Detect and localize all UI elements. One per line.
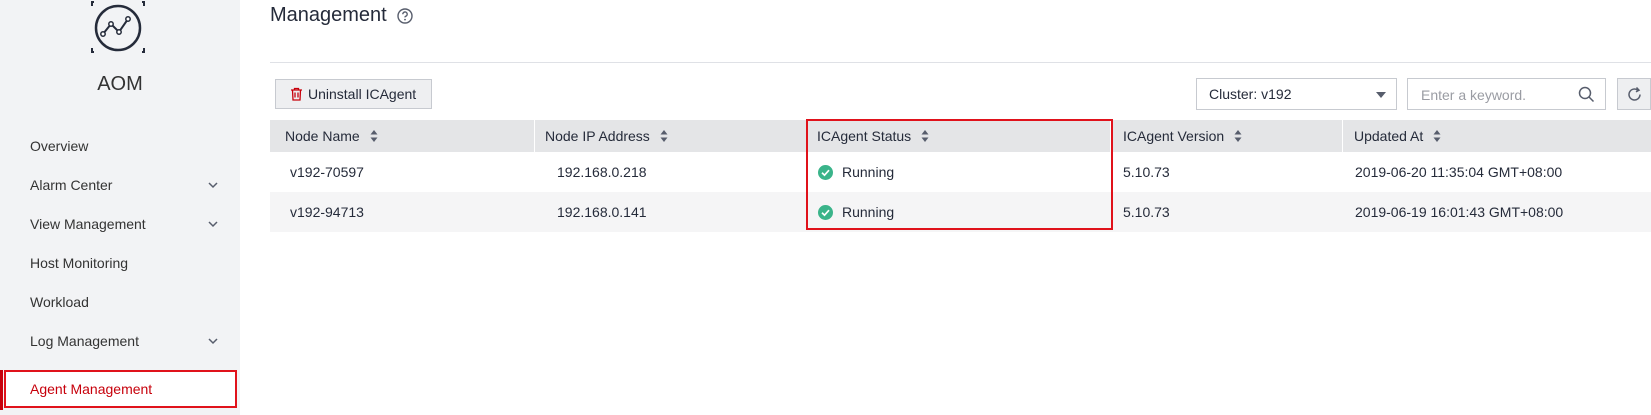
status-text: Running bbox=[842, 204, 895, 220]
sort-icon bbox=[921, 130, 929, 142]
column-label: ICAgent Version bbox=[1123, 128, 1225, 144]
cell-node-name: v192-70597 bbox=[290, 164, 364, 180]
sort-icon bbox=[660, 130, 668, 142]
chevron-down-icon bbox=[208, 182, 218, 189]
page-title: Management bbox=[270, 4, 413, 27]
aom-logo-icon bbox=[90, 0, 146, 56]
active-indicator bbox=[0, 370, 3, 410]
cell-icagent-status: Running bbox=[818, 152, 894, 192]
table-row[interactable]: v192-94713 192.168.0.141 Running 5.10.73… bbox=[270, 192, 1651, 232]
uninstall-icagent-label: Uninstall ICAgent bbox=[308, 86, 417, 102]
sidebar-item-label: Agent Management bbox=[30, 381, 153, 397]
chevron-down-icon bbox=[208, 338, 218, 345]
column-label: Node Name bbox=[285, 128, 360, 144]
sidebar-item-alarm-center[interactable]: Alarm Center bbox=[0, 165, 240, 205]
column-header-node-ip[interactable]: Node IP Address bbox=[545, 120, 668, 152]
search-box bbox=[1407, 78, 1606, 110]
column-header-icagent-version[interactable]: ICAgent Version bbox=[1123, 120, 1242, 152]
sidebar-item-workload[interactable]: Workload bbox=[0, 282, 240, 322]
refresh-icon bbox=[1628, 86, 1641, 101]
check-circle-icon bbox=[818, 164, 833, 180]
sidebar-item-label: Alarm Center bbox=[30, 177, 113, 193]
page-title-text: Management bbox=[270, 4, 387, 26]
sidebar-item-label: Host Monitoring bbox=[30, 255, 129, 271]
cluster-select[interactable]: Cluster: v192 bbox=[1196, 78, 1397, 110]
app-title: AOM bbox=[97, 73, 143, 95]
cell-node-ip: 192.168.0.141 bbox=[557, 204, 647, 220]
cluster-select-value: Cluster: v192 bbox=[1209, 86, 1292, 102]
sort-icon bbox=[1234, 130, 1242, 142]
uninstall-icagent-button[interactable]: Uninstall ICAgent bbox=[275, 79, 432, 109]
column-divider bbox=[534, 120, 535, 152]
caret-down-icon bbox=[1376, 92, 1386, 98]
sidebar-item-label: View Management bbox=[30, 216, 146, 232]
sidebar: AOM Overview Alarm Center View Managemen… bbox=[0, 0, 240, 415]
check-circle-icon bbox=[818, 204, 833, 220]
table-row[interactable]: v192-70597 192.168.0.218 Running 5.10.73… bbox=[270, 152, 1651, 192]
column-divider bbox=[806, 120, 807, 152]
sort-icon bbox=[370, 130, 378, 142]
table-header: Node Name Node IP Address ICAgent Status… bbox=[270, 120, 1651, 152]
column-divider bbox=[1110, 120, 1111, 152]
title-divider bbox=[270, 62, 1651, 63]
sidebar-item-label: Log Management bbox=[30, 333, 139, 349]
status-text: Running bbox=[842, 164, 895, 180]
help-icon[interactable] bbox=[397, 7, 413, 24]
sort-icon bbox=[1433, 130, 1441, 142]
cell-updated-at: 2019-06-20 11:35:04 GMT+08:00 bbox=[1355, 164, 1563, 180]
sidebar-item-view-management[interactable]: View Management bbox=[0, 204, 240, 244]
refresh-button[interactable] bbox=[1617, 78, 1651, 110]
column-header-icagent-status[interactable]: ICAgent Status bbox=[817, 120, 929, 152]
column-divider bbox=[1342, 120, 1343, 152]
cell-node-name: v192-94713 bbox=[290, 204, 364, 220]
column-label: Updated At bbox=[1354, 128, 1424, 144]
cell-icagent-version: 5.10.73 bbox=[1123, 164, 1170, 180]
search-input[interactable] bbox=[1419, 86, 1573, 104]
column-label: ICAgent Status bbox=[817, 128, 912, 144]
search-icon[interactable] bbox=[1578, 86, 1595, 103]
sidebar-item-label: Workload bbox=[30, 294, 89, 310]
sidebar-item-host-monitoring[interactable]: Host Monitoring bbox=[0, 243, 240, 283]
sidebar-item-agent-management[interactable]: Agent Management bbox=[4, 370, 237, 408]
column-header-node-name[interactable]: Node Name bbox=[285, 120, 378, 152]
trash-icon bbox=[291, 87, 302, 101]
column-label: Node IP Address bbox=[545, 128, 650, 144]
sidebar-item-overview[interactable]: Overview bbox=[0, 126, 240, 166]
chevron-down-icon bbox=[208, 221, 218, 228]
cell-icagent-version: 5.10.73 bbox=[1123, 204, 1170, 220]
cell-node-ip: 192.168.0.218 bbox=[557, 164, 647, 180]
column-header-updated-at[interactable]: Updated At bbox=[1354, 120, 1441, 152]
cell-updated-at: 2019-06-19 16:01:43 GMT+08:00 bbox=[1355, 204, 1564, 220]
cell-icagent-status: Running bbox=[818, 192, 894, 232]
sidebar-item-log-management[interactable]: Log Management bbox=[0, 321, 240, 361]
sidebar-item-label: Overview bbox=[30, 138, 89, 154]
